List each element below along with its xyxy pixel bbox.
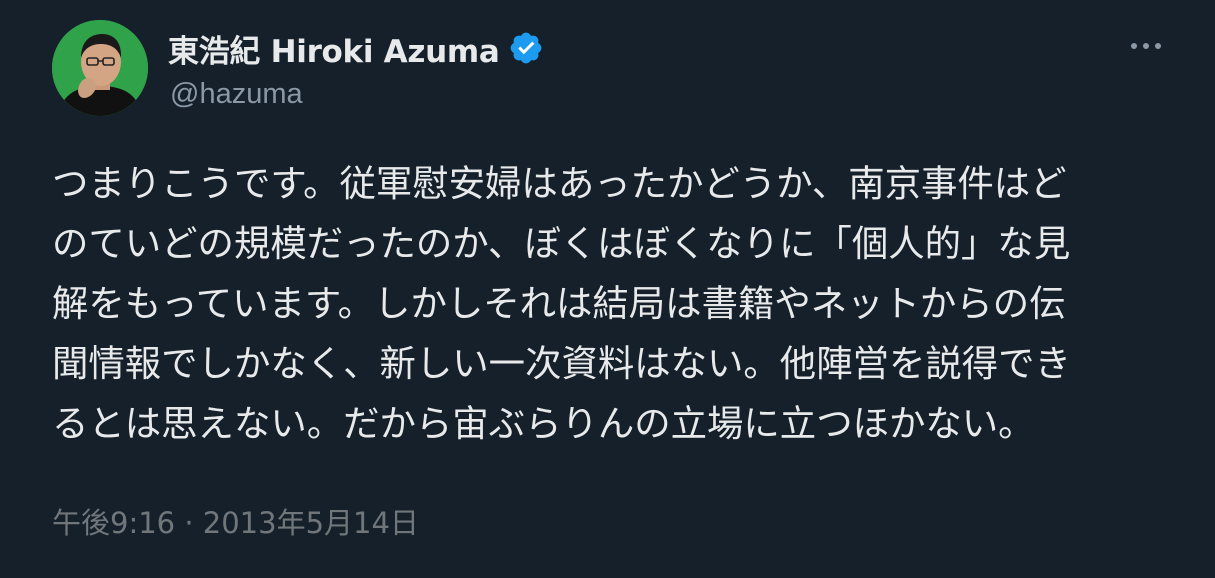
tweet-text-line: 聞情報でしかなく、新しい一次資料はない。他陣営を説得でき — [52, 342, 1071, 385]
tweet-text-line: つまりこうです。従軍慰安婦はあったかどうか、南京事件はど — [52, 162, 1067, 205]
tweet-text-line: 解をもっています。しかしそれは結局は書籍やネットからの伝 — [52, 282, 1066, 325]
tweet-timestamp[interactable]: 午後9:16 · 2013年5月14日 — [52, 500, 419, 542]
verified-badge-icon — [508, 30, 544, 66]
tweet-card: 東浩紀 Hiroki Azuma @hazuma つまりこうです。従軍慰安婦はあ… — [0, 0, 1215, 578]
author-display-name[interactable]: 東浩紀 Hiroki Azuma — [168, 26, 500, 71]
more-horizontal-icon — [1131, 43, 1161, 49]
more-options-button[interactable] — [1124, 30, 1168, 62]
tweet-text: つまりこうです。従軍慰安婦はあったかどうか、南京事件はど のていどの規模だったの… — [52, 154, 1182, 454]
avatar[interactable] — [52, 20, 148, 116]
tweet-text-line: るとは思えない。だから宙ぶらりんの立場に立つほかない。 — [52, 402, 1035, 445]
author-handle[interactable]: @hazuma — [170, 78, 303, 111]
author-name-row: 東浩紀 Hiroki Azuma — [168, 26, 544, 70]
tweet-text-line: のていどの規模だったのか、ぼくはぼくなりに「個人的」な見 — [52, 222, 1071, 265]
profile-photo-icon — [52, 20, 148, 116]
